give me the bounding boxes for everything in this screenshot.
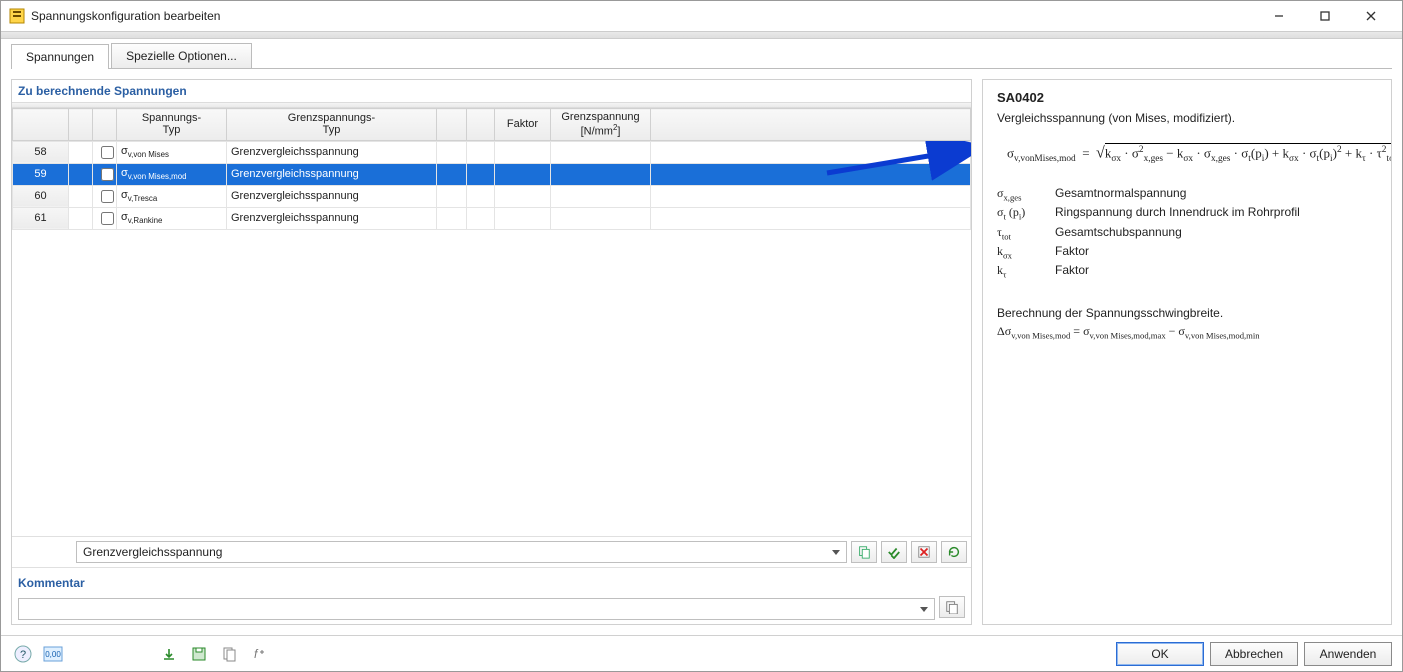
row-checkbox[interactable] [101, 190, 114, 203]
calc-note-eq: Δσv,von Mises,mod = σv,von Mises,mod,max… [997, 324, 1377, 340]
help-icon[interactable]: ? [11, 642, 35, 666]
calc-note-title: Berechnung der Spannungsschwingbreite. [997, 306, 1377, 320]
tab-spannungen-label: Spannungen [26, 50, 94, 64]
window-title: Spannungskonfiguration bearbeiten [31, 9, 1256, 23]
comment-pick-icon[interactable] [939, 596, 965, 618]
sym-desc: Faktor [1055, 263, 1089, 279]
apply-button[interactable]: Anwenden [1304, 642, 1392, 666]
left-panel: Zu berechnende Spannungen Spannungs-Typ … [11, 79, 972, 625]
sym-desc: Faktor [1055, 244, 1089, 260]
delete-icon[interactable] [911, 541, 937, 563]
sym-desc: Gesamtschubspannung [1055, 225, 1182, 241]
left-section-title: Zu berechnende Spannungen [12, 80, 971, 102]
info-desc: Vergleichsspannung (von Mises, modifizie… [997, 111, 1377, 125]
comment-block: Kommentar [12, 567, 971, 624]
check-all-icon[interactable] [881, 541, 907, 563]
grid-body[interactable]: 58 σv,von Mises Grenzvergleichsspannung … [12, 141, 971, 536]
table-row[interactable]: 60 σv,Tresca Grenzvergleichsspannung [13, 185, 971, 207]
refresh-icon[interactable] [941, 541, 967, 563]
comment-label: Kommentar [18, 572, 965, 594]
info-code: SA0402 [997, 90, 1377, 105]
table-row[interactable]: 58 σv,von Mises Grenzvergleichsspannung [13, 141, 971, 163]
comment-combo[interactable] [18, 598, 935, 620]
app-icon [9, 8, 25, 24]
clipboard-icon[interactable] [217, 642, 241, 666]
toolbar-strip [1, 31, 1402, 39]
row-checkbox[interactable] [101, 212, 114, 225]
save-icon[interactable] [187, 642, 211, 666]
maximize-button[interactable] [1302, 1, 1348, 31]
table-row[interactable]: 61 σv,Rankine Grenzvergleichsspannung [13, 207, 971, 229]
stress-table: Spannungs-Typ Grenzspannungs-Typ Faktor … [12, 108, 971, 141]
ok-button[interactable]: OK [1116, 642, 1204, 666]
col-factor[interactable]: Faktor [495, 109, 551, 141]
close-button[interactable] [1348, 1, 1394, 31]
footer: ? 0,00 f OK Abbrechen Anwenden [1, 635, 1402, 671]
col-stress-type[interactable]: Spannungs-Typ [117, 109, 227, 141]
copy-icon[interactable] [851, 541, 877, 563]
svg-text:?: ? [20, 649, 26, 661]
tab-bar: Spannungen Spezielle Optionen... [1, 39, 1402, 68]
limit-type-combo-value: Grenzvergleichsspannung [83, 545, 222, 559]
ok-label: OK [1151, 647, 1168, 661]
table-row[interactable]: 59 σv,von Mises,mod Grenzvergleichsspann… [13, 163, 971, 185]
chevron-down-icon [920, 607, 928, 612]
calc-note: Berechnung der Spannungsschwingbreite. Δ… [997, 306, 1377, 340]
function-icon[interactable]: f [247, 642, 271, 666]
tab-spannungen[interactable]: Spannungen [11, 44, 109, 69]
limit-type-combo[interactable]: Grenzvergleichsspannung [76, 541, 847, 563]
info-panel: SA0402 Vergleichsspannung (von Mises, mo… [982, 79, 1392, 625]
col-limit-type[interactable]: Grenzspannungs-Typ [227, 109, 437, 141]
tab-spezielle-optionen[interactable]: Spezielle Optionen... [111, 43, 252, 68]
col-limit[interactable]: Grenzspannung[N/mm2] [551, 109, 651, 141]
minimize-button[interactable] [1256, 1, 1302, 31]
units-icon[interactable]: 0,00 [41, 642, 65, 666]
chevron-down-icon [832, 550, 840, 555]
info-formula: σv,vonMises,mod = √kσx · σ2x,ges − kσx ·… [1007, 143, 1377, 164]
row-checkbox[interactable] [101, 168, 114, 181]
titlebar: Spannungskonfiguration bearbeiten [1, 1, 1402, 31]
cancel-button[interactable]: Abbrechen [1210, 642, 1298, 666]
svg-text:f: f [254, 647, 259, 661]
sym-desc: Gesamtnormalspannung [1055, 186, 1186, 202]
import-icon[interactable] [157, 642, 181, 666]
symbol-table: σx,gesGesamtnormalspannung σt (pi)Ringsp… [997, 186, 1377, 280]
svg-text:0,00: 0,00 [45, 650, 61, 659]
row-checkbox[interactable] [101, 146, 114, 159]
limit-type-editor-row: Grenzvergleichsspannung [12, 536, 971, 567]
cancel-label: Abbrechen [1225, 647, 1283, 661]
tab-spezielle-label: Spezielle Optionen... [126, 49, 237, 63]
sym-desc: Ringspannung durch Innendruck im Rohrpro… [1055, 205, 1300, 221]
apply-label: Anwenden [1320, 647, 1377, 661]
